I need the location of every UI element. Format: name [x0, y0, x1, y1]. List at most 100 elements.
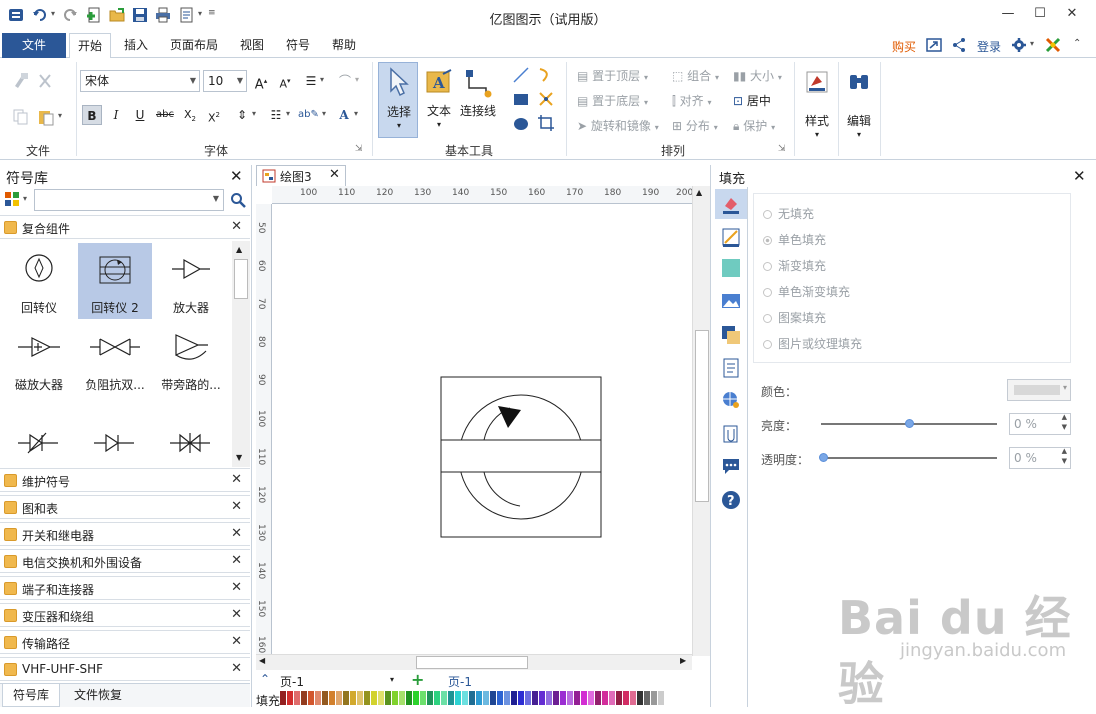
- color-palette[interactable]: [280, 691, 664, 705]
- bring-to-front-button[interactable]: ▤ 置于顶层 ▾: [577, 67, 648, 84]
- palette-swatch[interactable]: [350, 691, 356, 705]
- transparency-slider[interactable]: [821, 457, 997, 459]
- palette-swatch[interactable]: [434, 691, 440, 705]
- scroll-up-icon[interactable]: ▲: [696, 188, 702, 197]
- library-menu-icon[interactable]: [4, 191, 20, 207]
- send-to-back-button[interactable]: ▤ 置于底层 ▾: [577, 92, 648, 109]
- tab-page-layout[interactable]: 页面布局: [162, 33, 226, 58]
- palette-swatch[interactable]: [315, 691, 321, 705]
- horizontal-scrollbar[interactable]: ◀ ▶: [256, 654, 692, 670]
- palette-swatch[interactable]: [497, 691, 503, 705]
- brightness-slider-knob[interactable]: [905, 419, 914, 428]
- add-page-icon[interactable]: +: [411, 670, 424, 689]
- category-row[interactable]: 图和表 ✕: [0, 495, 250, 519]
- palette-swatch[interactable]: [413, 691, 419, 705]
- settings-dropdown-icon[interactable]: ▾: [1030, 39, 1034, 48]
- share-screen-icon[interactable]: [926, 37, 942, 53]
- palette-swatch[interactable]: [385, 691, 391, 705]
- document-tab[interactable]: 绘图3 ✕: [256, 165, 346, 186]
- italic-button[interactable]: I: [106, 105, 126, 125]
- symbol-item[interactable]: [92, 431, 136, 455]
- palette-swatch[interactable]: [651, 691, 657, 705]
- palette-swatch[interactable]: [511, 691, 517, 705]
- palette-swatch[interactable]: [441, 691, 447, 705]
- palette-swatch[interactable]: [399, 691, 405, 705]
- palette-swatch[interactable]: [448, 691, 454, 705]
- page-properties-icon[interactable]: [721, 358, 741, 378]
- scroll-thumb[interactable]: [234, 259, 248, 299]
- align-button[interactable]: ⫿ 对齐 ▾: [672, 92, 712, 109]
- tab-help[interactable]: 帮助: [324, 33, 364, 58]
- page-selector-dropdown-icon[interactable]: ▾: [390, 675, 394, 684]
- shrink-font-icon[interactable]: A▾: [275, 71, 295, 91]
- fill-tab-active[interactable]: [715, 189, 747, 219]
- style-button[interactable]: 样式 ▾: [800, 64, 834, 150]
- symbol-item[interactable]: 放大器: [154, 243, 228, 319]
- bullet-list-icon[interactable]: ☷: [266, 105, 286, 125]
- bullet-list-dropdown-icon[interactable]: ▾: [286, 109, 290, 118]
- scroll-right-icon[interactable]: ▶: [680, 656, 686, 665]
- symbol-item[interactable]: [168, 431, 212, 455]
- palette-swatch[interactable]: [644, 691, 650, 705]
- close-panel-icon[interactable]: ✕: [230, 167, 243, 185]
- palette-swatch[interactable]: [420, 691, 426, 705]
- format-painter-icon[interactable]: [12, 72, 30, 90]
- close-category-icon[interactable]: ✕: [231, 580, 242, 595]
- library-menu-dropdown-icon[interactable]: ▾: [23, 194, 27, 203]
- protect-button[interactable]: 🔒︎ 保护 ▾: [733, 117, 775, 134]
- palette-swatch[interactable]: [336, 691, 342, 705]
- tab-symbol-library[interactable]: 符号库: [2, 684, 60, 707]
- scroll-thumb[interactable]: [416, 656, 528, 669]
- palette-swatch[interactable]: [539, 691, 545, 705]
- spinner-icon[interactable]: ▲ ▼: [1062, 412, 1067, 432]
- text-curve-dropdown-icon[interactable]: ▾: [355, 75, 359, 84]
- font-color-icon[interactable]: A: [334, 105, 354, 125]
- palette-swatch[interactable]: [371, 691, 377, 705]
- buy-link[interactable]: 购买: [892, 38, 916, 55]
- size-button[interactable]: ▮▮ 大小 ▾: [733, 67, 782, 84]
- palette-swatch[interactable]: [427, 691, 433, 705]
- fill-option-gradient[interactable]: 渐变填充: [763, 257, 826, 275]
- palette-swatch[interactable]: [364, 691, 370, 705]
- palette-swatch[interactable]: [623, 691, 629, 705]
- palette-swatch[interactable]: [518, 691, 524, 705]
- symbol-item[interactable]: [16, 431, 60, 455]
- symbol-item[interactable]: 负阻抗双...: [78, 327, 152, 403]
- vertical-scrollbar[interactable]: ▲: [692, 186, 710, 656]
- category-row[interactable]: 端子和连接器 ✕: [0, 576, 250, 600]
- palette-swatch[interactable]: [588, 691, 594, 705]
- superscript-button[interactable]: X2: [204, 105, 224, 125]
- hyperlink-globe-icon[interactable]: [721, 390, 741, 410]
- palette-swatch[interactable]: [490, 691, 496, 705]
- plugin-icon[interactable]: [1045, 37, 1061, 53]
- bold-button[interactable]: B: [82, 105, 102, 125]
- palette-swatch[interactable]: [483, 691, 489, 705]
- palette-swatch[interactable]: [553, 691, 559, 705]
- palette-swatch[interactable]: [532, 691, 538, 705]
- line-shape-icon[interactable]: [512, 66, 530, 84]
- palette-swatch[interactable]: [329, 691, 335, 705]
- font-size-select[interactable]: 10 ▼: [203, 70, 247, 92]
- symbol-grid-scrollbar[interactable]: ▲ ▼: [232, 241, 250, 467]
- palette-swatch[interactable]: [392, 691, 398, 705]
- highlight-icon[interactable]: ab✎: [298, 105, 319, 125]
- rectangle-shape-icon[interactable]: [512, 90, 530, 108]
- palette-swatch[interactable]: [602, 691, 608, 705]
- color-picker[interactable]: ▾: [1007, 379, 1071, 401]
- distribute-button[interactable]: ⊞ 分布 ▾: [672, 117, 718, 134]
- drawing-canvas[interactable]: [272, 204, 692, 654]
- copy-icon[interactable]: [12, 108, 30, 126]
- text-align-dropdown-icon[interactable]: ▾: [320, 75, 324, 84]
- font-color-dropdown-icon[interactable]: ▾: [354, 109, 358, 118]
- line-style-icon[interactable]: [721, 227, 741, 247]
- rotate-mirror-button[interactable]: ➤ 旋转和镜像 ▾: [577, 117, 659, 134]
- palette-swatch[interactable]: [476, 691, 482, 705]
- tab-view[interactable]: 视图: [232, 33, 272, 58]
- close-category-icon[interactable]: ✕: [231, 634, 242, 649]
- palette-swatch[interactable]: [574, 691, 580, 705]
- help-icon[interactable]: ?: [721, 490, 741, 510]
- fill-option-solid[interactable]: 单色填充: [763, 231, 826, 249]
- select-dropdown-icon[interactable]: ▾: [379, 121, 419, 130]
- palette-swatch[interactable]: [504, 691, 510, 705]
- tab-file[interactable]: 文件: [2, 33, 66, 58]
